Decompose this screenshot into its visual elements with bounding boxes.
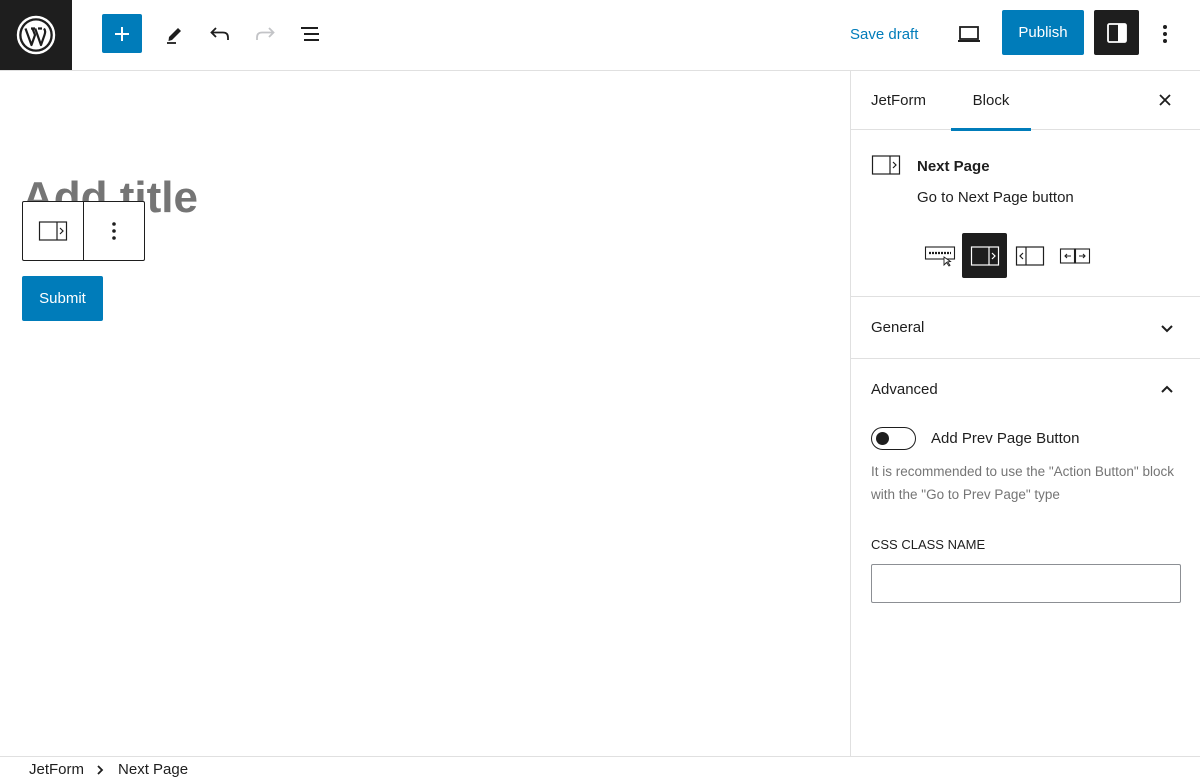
breadcrumb-item-next-page[interactable]: Next Page <box>118 761 188 778</box>
block-variations <box>917 233 1097 278</box>
action-button-icon <box>924 245 955 267</box>
prev-page-icon <box>1015 245 1044 266</box>
chevron-down-icon <box>1157 318 1177 338</box>
save-draft-button[interactable]: Save draft <box>840 14 928 54</box>
variation-next-page[interactable] <box>962 233 1007 278</box>
settings-sidebar: JetForm Block Next Page Go to Next Page … <box>850 71 1200 756</box>
css-class-input[interactable] <box>871 564 1181 603</box>
add-block-button[interactable] <box>102 14 142 53</box>
redo-icon <box>256 27 275 40</box>
next-page-icon <box>38 221 68 241</box>
pencil-icon <box>167 28 181 44</box>
block-options-button[interactable] <box>84 202 144 260</box>
prev-page-toggle-label: Add Prev Page Button <box>931 430 1080 447</box>
tools-button[interactable] <box>156 14 192 54</box>
sidebar-icon <box>1106 22 1127 43</box>
wordpress-logo-button[interactable] <box>0 0 72 70</box>
chevron-right-icon <box>96 764 104 776</box>
editor-header: Save draft Publish <box>0 0 1200 71</box>
block-description: Go to Next Page button <box>917 189 1074 206</box>
block-breadcrumb: JetForm Next Page <box>0 756 1200 782</box>
settings-toggle-button[interactable] <box>1094 10 1139 55</box>
block-toolbar <box>22 201 145 261</box>
editor-canvas: Add title Submit <box>0 71 850 756</box>
laptop-icon <box>958 26 980 42</box>
document-overview-button[interactable] <box>292 14 328 54</box>
redo-button[interactable] <box>247 14 283 54</box>
publish-button[interactable]: Publish <box>1002 10 1084 55</box>
kebab-icon <box>112 222 116 240</box>
prev-page-toggle[interactable] <box>871 427 916 450</box>
block-title: Next Page <box>917 158 990 175</box>
plus-icon <box>115 26 129 41</box>
prev-page-help-text: It is recommended to use the "Action But… <box>871 464 1174 502</box>
toggle-knob <box>876 432 889 445</box>
undo-button[interactable] <box>202 14 238 54</box>
sidebar-tabs: JetForm Block <box>851 71 1200 131</box>
css-class-label: CSS CLASS NAME <box>871 537 986 552</box>
variation-prev-page[interactable] <box>1007 233 1052 278</box>
tab-jetform[interactable]: JetForm <box>871 71 926 130</box>
block-card-icon <box>871 154 901 181</box>
tab-block[interactable]: Block <box>951 71 1031 131</box>
variation-action-button[interactable] <box>917 233 962 278</box>
panel-general[interactable]: General <box>851 297 1200 359</box>
page-switch-icon <box>1059 247 1090 264</box>
close-icon <box>1159 94 1171 106</box>
close-sidebar-button[interactable] <box>1153 88 1177 112</box>
chevron-up-icon[interactable] <box>1157 380 1177 400</box>
variation-page-switch[interactable] <box>1052 233 1097 278</box>
submit-button[interactable]: Submit <box>22 276 103 321</box>
undo-icon <box>210 27 229 40</box>
next-page-icon <box>871 155 901 175</box>
panel-advanced: Advanced Add Prev Page Button It is reco… <box>851 359 1200 619</box>
block-card: Next Page Go to Next Page button <box>851 130 1200 297</box>
panel-general-title: General <box>871 319 925 336</box>
next-page-icon <box>970 245 999 266</box>
kebab-icon <box>1163 25 1167 43</box>
wordpress-logo-icon <box>16 15 56 55</box>
preview-button[interactable] <box>951 14 987 54</box>
list-view-icon <box>301 27 319 41</box>
breadcrumb-item-jetform[interactable]: JetForm <box>29 761 84 778</box>
options-button[interactable] <box>1150 14 1180 54</box>
block-type-button[interactable] <box>23 202 84 260</box>
panel-advanced-title[interactable]: Advanced <box>871 381 938 398</box>
